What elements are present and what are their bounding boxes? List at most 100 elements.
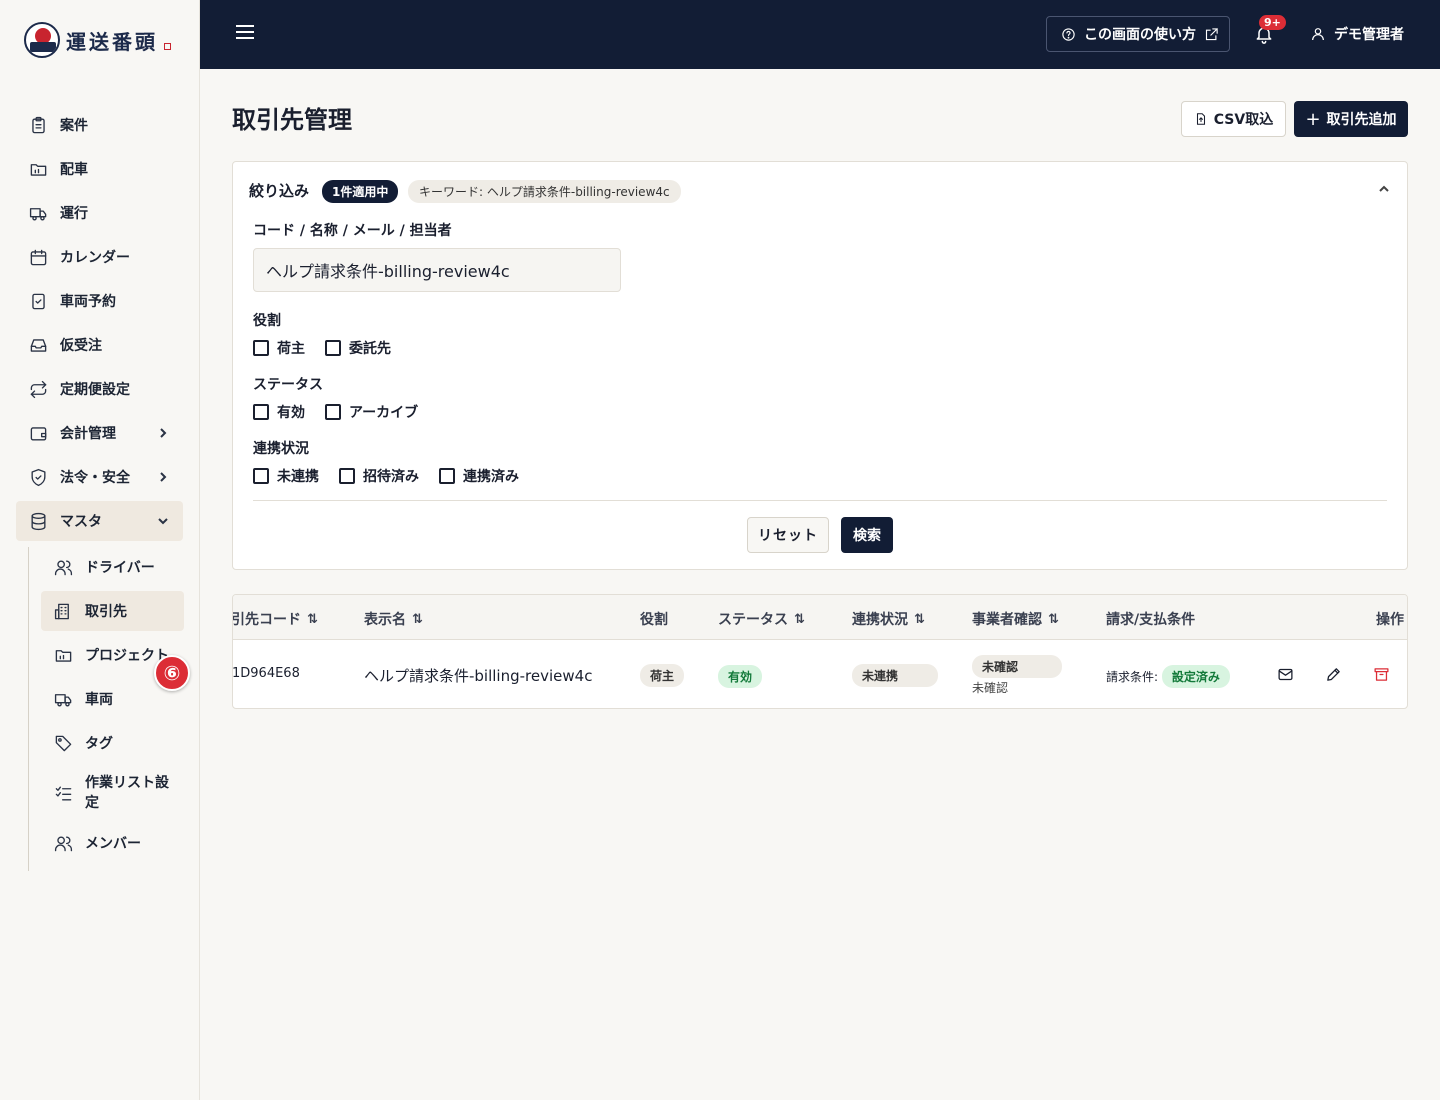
users-icon — [53, 557, 73, 577]
sidebar-item-label: マスタ — [60, 514, 102, 530]
status-label: ステータス — [253, 377, 323, 393]
csv-import-label: CSV取込 — [1213, 112, 1274, 128]
clipboard-icon — [28, 115, 48, 135]
step-badge: ⑥ — [154, 655, 190, 691]
sidebar-item-label: 法令・安全 — [60, 470, 130, 486]
checkbox[interactable] — [325, 340, 341, 356]
csv-import-button[interactable]: CSV取込 — [1181, 101, 1286, 137]
sidebar-item-tags[interactable]: タグ — [41, 723, 184, 763]
column-header-status[interactable]: ステータス ⇅ — [718, 609, 805, 629]
sidebar-item-label: 運行 — [60, 206, 88, 222]
help-button[interactable]: この画面の使い方 — [1046, 16, 1230, 52]
checkbox[interactable] — [253, 340, 269, 356]
sidebar-item-label: 配車 — [60, 162, 88, 178]
logo[interactable]: 運送番頭 — [24, 22, 171, 58]
column-header-link[interactable]: 連携状況 ⇅ — [852, 609, 925, 629]
sidebar-item-dispatch[interactable]: 配車 — [16, 149, 183, 189]
column-header-actions: 操作 — [1376, 609, 1404, 629]
role-checkbox-contractor[interactable]: 委託先 — [325, 338, 391, 358]
checklist-icon — [53, 783, 73, 803]
chevron-up-icon[interactable] — [1377, 182, 1391, 196]
sidebar-item-label: 定期便設定 — [60, 382, 130, 398]
column-header-name[interactable]: 表示名 ⇅ — [364, 609, 423, 629]
checkbox[interactable] — [339, 468, 355, 484]
sidebar-item-operation[interactable]: 運行 — [16, 193, 183, 233]
reset-button[interactable]: リセット — [747, 517, 829, 553]
user-menu[interactable]: デモ管理者 — [1310, 24, 1404, 44]
search-button[interactable]: 検索 — [841, 517, 893, 553]
chevron-right-icon — [157, 427, 169, 439]
search-input[interactable] — [253, 248, 621, 292]
main-nav: 案件 配車 運行 カレンダー 車両予約 仮受注 定期便設定 会計管理 法令・安全… — [16, 105, 183, 545]
sidebar-item-accounting[interactable]: 会計管理 — [16, 413, 183, 453]
checkbox[interactable] — [439, 468, 455, 484]
sidebar-item-label: 車両予約 — [60, 294, 116, 310]
add-partner-button[interactable]: + 取引先追加 — [1294, 101, 1408, 137]
sidebar-item-cases[interactable]: 案件 — [16, 105, 183, 145]
status-pill: 有効 — [718, 665, 763, 688]
shield-icon — [28, 467, 48, 487]
checkbox[interactable] — [253, 404, 269, 420]
column-header-terms: 請求/支払条件 — [1106, 609, 1195, 629]
terms-label: 請求条件: — [1106, 670, 1159, 684]
link-status-label: 連携状況 — [253, 441, 309, 457]
sidebar-item-tentative-order[interactable]: 仮受注 — [16, 325, 183, 365]
stamp-icon — [164, 42, 171, 50]
sidebar: 運送番頭 案件 配車 運行 カレンダー 車両予約 仮受注 定期便設定 会計管理 … — [0, 0, 200, 1100]
column-header-verify[interactable]: 事業者確認 ⇅ — [972, 609, 1059, 629]
keyword-chip[interactable]: キーワード: ヘルプ請求条件-billing-review4c — [408, 180, 681, 203]
cell-status: 有効 — [718, 665, 763, 688]
checkbox-label: 招待済み — [363, 469, 419, 485]
sidebar-item-partners[interactable]: 取引先 — [41, 591, 184, 631]
sidebar-item-drivers[interactable]: ドライバー — [41, 547, 184, 587]
sidebar-item-calendar[interactable]: カレンダー — [16, 237, 183, 277]
checkbox[interactable] — [253, 468, 269, 484]
cell-name[interactable]: ヘルプ請求条件-billing-review4c — [364, 665, 592, 686]
archive-icon[interactable] — [1373, 666, 1391, 684]
status-checkbox-archive[interactable]: アーカイブ — [325, 402, 418, 422]
terms-pill: 設定済み — [1161, 665, 1230, 688]
sidebar-item-label: 会計管理 — [60, 426, 116, 442]
link-checkbox-unlinked[interactable]: 未連携 — [253, 466, 319, 486]
sidebar-item-vehicle-booking[interactable]: 車両予約 — [16, 281, 183, 321]
mail-icon[interactable] — [1277, 666, 1295, 684]
role-label: 役割 — [253, 313, 281, 329]
role-pill: 荷主 — [640, 664, 685, 687]
truck-icon — [53, 689, 73, 709]
sidebar-item-master[interactable]: マスタ — [16, 501, 183, 541]
checkbox-label: 荷主 — [277, 341, 305, 357]
sidebar-item-worklist-settings[interactable]: 作業リスト設定 — [41, 767, 184, 819]
checkbox[interactable] — [325, 404, 341, 420]
page-title: 取引先管理 — [232, 106, 352, 134]
folder-icon — [53, 645, 73, 665]
filter-title: 絞り込み — [249, 182, 310, 200]
sidebar-item-compliance[interactable]: 法令・安全 — [16, 457, 183, 497]
checkbox-label: 有効 — [277, 405, 305, 421]
header-label: 操作 — [1376, 612, 1404, 628]
repeat-icon — [28, 379, 48, 399]
column-header-role: 役割 — [640, 609, 668, 629]
help-circle-icon — [1062, 27, 1075, 41]
status-checkbox-active[interactable]: 有効 — [253, 402, 305, 422]
link-pill: 未連携 — [852, 664, 939, 687]
sidebar-item-members[interactable]: メンバー — [41, 823, 184, 863]
column-header-code[interactable]: 引先コード ⇅ — [233, 609, 318, 629]
edit-icon[interactable] — [1325, 666, 1343, 684]
menu-icon[interactable] — [236, 25, 254, 43]
sidebar-item-regular-service[interactable]: 定期便設定 — [16, 369, 183, 409]
tag-icon — [53, 733, 73, 753]
plus-icon: + — [1305, 108, 1321, 130]
topbar: この画面の使い方 9+ デモ管理者 — [200, 0, 1440, 69]
role-checkbox-shipper[interactable]: 荷主 — [253, 338, 305, 358]
link-checkbox-invited[interactable]: 招待済み — [339, 466, 419, 486]
checkbox-label: アーカイブ — [349, 405, 419, 421]
checkbox-label: 連携済み — [463, 469, 519, 485]
search-field-label: コード / 名称 / メール / 担当者 — [253, 223, 452, 239]
cell-terms: 請求条件: 設定済み — [1106, 665, 1230, 688]
users-icon — [53, 833, 73, 853]
link-checkbox-linked[interactable]: 連携済み — [439, 466, 519, 486]
chevron-right-icon — [157, 471, 169, 483]
applied-count-badge: 1件適用中 — [322, 180, 399, 203]
checkbox-label: 未連携 — [277, 469, 319, 485]
calendar-icon — [28, 247, 48, 267]
